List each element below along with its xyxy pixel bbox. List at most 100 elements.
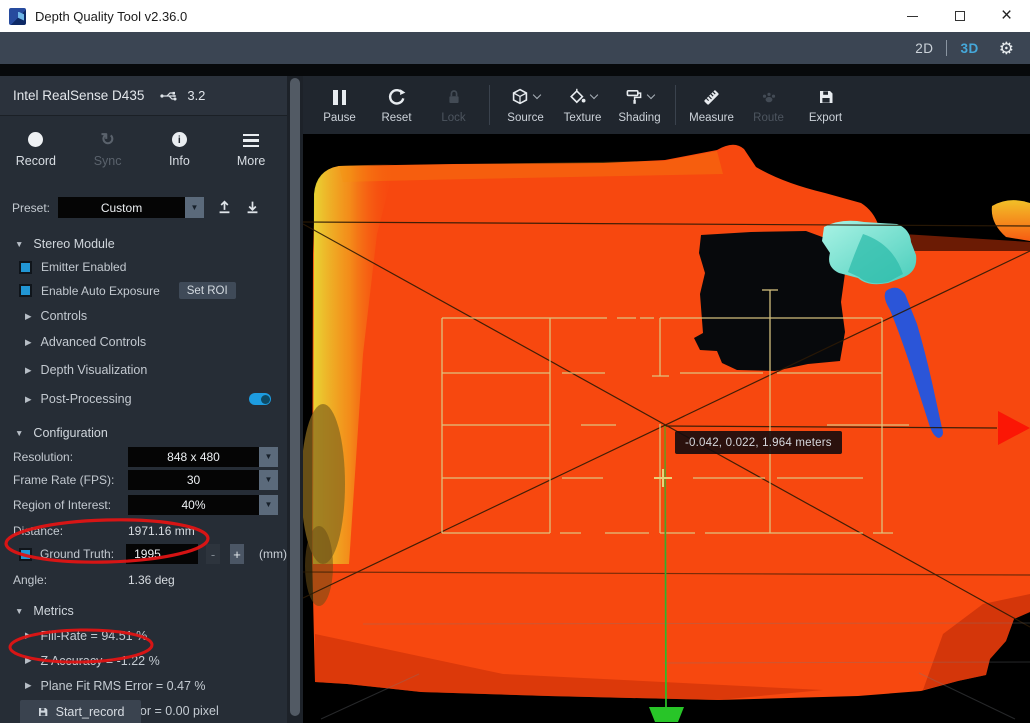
3d-scene[interactable]: -0.042, 0.022, 1.964 meters	[303, 134, 1030, 723]
depth-visualization-label: Depth Visualization	[41, 363, 148, 377]
resolution-value: 848 x 480	[167, 450, 220, 464]
pause-button[interactable]: Pause	[311, 86, 368, 124]
start-record-label: Start_record	[56, 705, 125, 719]
roi-dropdown-button[interactable]: ▼	[259, 495, 278, 515]
scrollbar-thumb[interactable]	[290, 78, 300, 716]
preset-download-button[interactable]	[245, 199, 260, 217]
preset-label: Preset:	[12, 201, 50, 215]
auto-exposure-checkbox[interactable]	[19, 284, 32, 297]
ground-truth-label: Ground Truth:	[40, 547, 118, 561]
configuration-section[interactable]: ▼ Configuration	[0, 412, 287, 445]
post-processing-toggle[interactable]	[249, 393, 271, 405]
info-button[interactable]: i Info	[144, 132, 216, 168]
realsense-logo-icon	[9, 8, 26, 25]
resolution-select[interactable]: 848 x 480	[128, 447, 259, 467]
info-label: Info	[169, 154, 190, 168]
controls-label: Controls	[41, 309, 88, 323]
roi-select[interactable]: 40%	[128, 495, 259, 515]
framerate-dropdown-button[interactable]: ▼	[259, 470, 278, 490]
ground-truth-input[interactable]	[126, 544, 198, 564]
plane-fit-value: Plane Fit RMS Error = 0.47 %	[41, 679, 206, 693]
close-button[interactable]: ×	[983, 0, 1030, 32]
controls-item[interactable]: ▶ Controls	[0, 303, 287, 329]
chevron-down-icon: ▼	[15, 606, 23, 616]
distance-row: Distance: 1971.16 mm	[0, 519, 287, 542]
title-bar: Depth Quality Tool v2.36.0 ×	[0, 0, 1030, 32]
plane-fit-metric[interactable]: ▶ Plane Fit RMS Error = 0.47 %	[0, 673, 287, 698]
metrics-section[interactable]: ▼ Metrics	[0, 591, 287, 623]
z-accuracy-value: Z Accuracy = -1.22 %	[41, 654, 160, 668]
usb-icon	[160, 90, 182, 102]
chevron-right-icon: ▶	[25, 365, 32, 376]
framerate-select[interactable]: 30	[128, 470, 259, 490]
header-gap	[0, 64, 1030, 76]
roi-row: Region of Interest: 40% ▼	[0, 493, 287, 516]
depth-pointcloud	[303, 134, 1030, 723]
emitter-checkbox[interactable]	[19, 261, 32, 274]
chevron-down-icon: ▼	[15, 239, 23, 249]
device-panel: Intel RealSense D435 3.2	[0, 76, 287, 723]
shading-button[interactable]: Shading	[611, 86, 668, 124]
mode-divider	[946, 40, 947, 56]
z-accuracy-metric[interactable]: ▶ Z Accuracy = -1.22 %	[0, 648, 287, 673]
close-icon: ×	[1001, 6, 1012, 25]
measure-button[interactable]: Measure	[683, 86, 740, 124]
start-record-button[interactable]: Start_record	[20, 700, 141, 723]
auto-exposure-label: Enable Auto Exposure	[41, 284, 160, 298]
shading-label: Shading	[618, 112, 660, 124]
distance-label: Distance:	[13, 524, 128, 538]
save-icon	[37, 706, 49, 718]
stereo-module-section[interactable]: ▼ Stereo Module	[0, 226, 287, 256]
more-button[interactable]: More	[215, 132, 287, 168]
chevron-right-icon: ▶	[25, 337, 32, 348]
reset-icon	[387, 88, 406, 107]
set-roi-button[interactable]: Set ROI	[179, 282, 236, 299]
window-title: Depth Quality Tool v2.36.0	[35, 9, 187, 24]
usb-version: 3.2	[160, 88, 205, 103]
gear-icon[interactable]: ⚙	[999, 40, 1014, 57]
texture-button[interactable]: Texture	[554, 86, 611, 124]
tab-3d[interactable]: 3D	[960, 41, 978, 56]
tab-2d[interactable]: 2D	[915, 41, 933, 56]
device-header[interactable]: Intel RealSense D435 3.2	[0, 76, 287, 116]
framerate-label: Frame Rate (FPS):	[13, 473, 128, 487]
preset-upload-button[interactable]	[217, 199, 232, 217]
chevron-right-icon: ▶	[25, 630, 32, 641]
chevron-down-icon	[647, 91, 655, 99]
advanced-controls-item[interactable]: ▶ Advanced Controls	[0, 329, 287, 355]
chevron-right-icon: ▶	[25, 311, 32, 322]
source-button[interactable]: Source	[497, 86, 554, 124]
paint-bucket-icon	[568, 88, 586, 106]
chevron-right-icon: ▶	[25, 655, 32, 666]
depth-visualization-item[interactable]: ▶ Depth Visualization	[0, 355, 287, 383]
ground-truth-plus-button[interactable]: +	[230, 544, 244, 564]
texture-label: Texture	[564, 112, 602, 124]
sync-icon: ↻	[101, 132, 115, 147]
preset-dropdown-button[interactable]: ▼	[185, 197, 204, 218]
chevron-right-icon: ▶	[25, 394, 32, 405]
record-button[interactable]: Record	[0, 132, 72, 168]
pause-label: Pause	[323, 112, 356, 124]
angle-label: Angle:	[13, 573, 128, 587]
fill-rate-metric[interactable]: ▶ Fill-Rate = 94.51 %	[0, 623, 287, 648]
depth-shadow-patch	[305, 526, 333, 606]
record-label: Record	[16, 154, 56, 168]
maximize-button[interactable]	[936, 0, 983, 32]
fill-rate-value: Fill-Rate = 94.51 %	[41, 629, 148, 643]
device-actions: Record ↻ Sync i Info More	[0, 116, 287, 180]
sync-label: Sync	[94, 154, 122, 168]
auto-exposure-row: Enable Auto Exposure Set ROI	[0, 278, 287, 303]
export-button[interactable]: Export	[797, 86, 854, 124]
resolution-dropdown-button[interactable]: ▼	[259, 447, 278, 467]
minimize-button[interactable]	[889, 0, 936, 32]
post-processing-item[interactable]: ▶ Post-Processing	[0, 383, 287, 412]
floppy-export-icon	[817, 88, 835, 106]
app-header: 2D 3D ⚙	[0, 32, 1030, 64]
sync-button: ↻ Sync	[72, 132, 144, 168]
ground-truth-checkbox[interactable]	[19, 548, 32, 561]
preset-select[interactable]: Custom	[58, 197, 185, 218]
more-label: More	[237, 154, 265, 168]
panel-scrollbar[interactable]	[287, 76, 303, 723]
ground-truth-minus-button[interactable]: -	[206, 544, 220, 564]
reset-button[interactable]: Reset	[368, 86, 425, 124]
